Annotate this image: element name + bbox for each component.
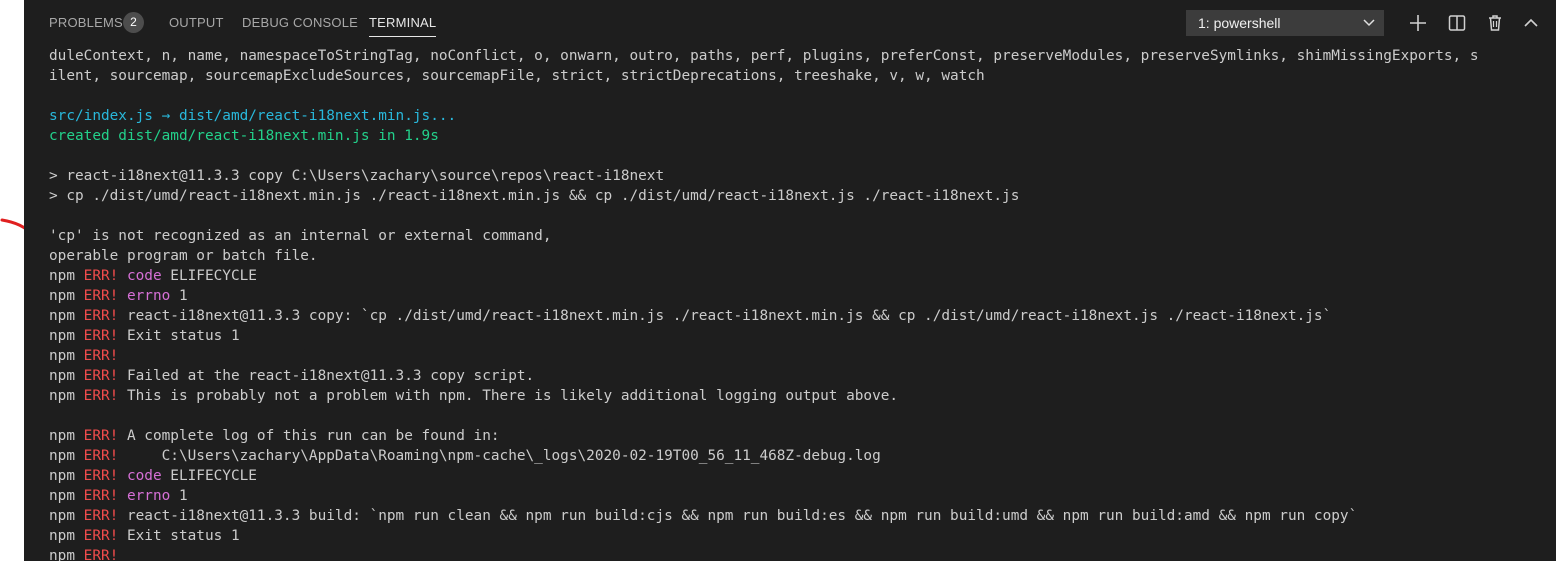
terminal-text-segment: code xyxy=(126,468,162,484)
terminal-line: npm ERR! react-i18next@11.3.3 build: `np… xyxy=(49,506,1549,526)
terminal-line: npm ERR! react-i18next@11.3.3 copy: `cp … xyxy=(49,306,1549,326)
terminal-text-segment: npm xyxy=(49,488,84,504)
terminal-text-segment: npm xyxy=(49,308,84,324)
chevron-down-icon xyxy=(1362,10,1376,36)
terminal-text-segment: ERR! xyxy=(83,488,119,504)
terminal-text-segment: Failed at the react-i18next@11.3.3 copy … xyxy=(118,368,535,384)
terminal-text-segment: ERR! xyxy=(83,348,119,364)
trash-icon[interactable] xyxy=(1485,13,1505,33)
terminal-text-segment: errno xyxy=(126,488,171,504)
split-terminal-icon[interactable] xyxy=(1447,13,1467,33)
terminal-text-segment: 1 xyxy=(170,288,188,304)
problems-count-badge: 2 xyxy=(123,12,144,33)
terminal-text-segment: ERR! xyxy=(83,388,119,404)
terminal-text-segment: npm xyxy=(49,548,84,561)
terminal-panel: PROBLEMS 2 OUTPUT DEBUG CONSOLE TERMINAL… xyxy=(24,0,1556,561)
terminal-line: npm ERR! C:\Users\zachary\AppData\Roamin… xyxy=(49,446,1549,466)
terminal-line: 'cp' is not recognized as an internal or… xyxy=(49,226,1549,246)
terminal-text-segment: npm xyxy=(49,448,84,464)
terminal-text-segment: npm xyxy=(49,388,84,404)
terminal-text-segment: npm xyxy=(49,368,84,384)
terminal-line: > react-i18next@11.3.3 copy C:\Users\zac… xyxy=(49,166,1549,186)
terminal-text-segment: src/index.js → dist/amd/react-i18next.mi… xyxy=(49,108,457,124)
terminal-text-segment: npm xyxy=(49,268,84,284)
terminal-text-segment: ERR! xyxy=(83,368,119,384)
terminal-text-segment: ERR! xyxy=(83,328,119,344)
terminal-line: > cp ./dist/umd/react-i18next.min.js ./r… xyxy=(49,186,1549,206)
terminal-text-segment: ERR! xyxy=(83,528,119,544)
terminal-text-segment: > cp ./dist/umd/react-i18next.min.js ./r… xyxy=(49,188,1020,204)
tab-terminal[interactable]: TERMINAL xyxy=(369,15,437,37)
terminal-line: operable program or batch file. xyxy=(49,246,1549,266)
terminal-text-segment: A complete log of this run can be found … xyxy=(118,428,500,444)
terminal-text-segment: This is probably not a problem with npm.… xyxy=(118,388,899,404)
terminal-text-segment: 'cp' is not recognized as an internal or… xyxy=(49,228,552,244)
terminal-output[interactable]: duleContext, n, name, namespaceToStringT… xyxy=(49,46,1549,561)
terminal-text-segment: ERR! xyxy=(83,448,119,464)
left-gutter xyxy=(0,0,24,561)
terminal-text-segment: code xyxy=(126,268,162,284)
terminal-line: created dist/amd/react-i18next.min.js in… xyxy=(49,126,1549,146)
tab-debug-console[interactable]: DEBUG CONSOLE xyxy=(242,15,358,30)
terminal-line: npm ERR! errno 1 xyxy=(49,486,1549,506)
terminal-text-segment: Exit status 1 xyxy=(118,328,240,344)
tab-output[interactable]: OUTPUT xyxy=(169,15,224,30)
terminal-text-segment: ERR! xyxy=(83,308,119,324)
terminal-text-segment: ELIFECYCLE xyxy=(161,468,257,484)
terminal-text-segment: ERR! xyxy=(83,468,119,484)
terminal-line: src/index.js → dist/amd/react-i18next.mi… xyxy=(49,106,1549,126)
terminal-text-segment: ERR! xyxy=(83,288,119,304)
terminal-line: npm ERR! A complete log of this run can … xyxy=(49,426,1549,446)
terminal-text-segment: ERR! xyxy=(83,508,119,524)
terminal-line: npm ERR! Exit status 1 xyxy=(49,326,1549,346)
terminal-line: duleContext, n, name, namespaceToStringT… xyxy=(49,46,1549,66)
terminal-text-segment: operable program or batch file. xyxy=(49,248,318,264)
terminal-text-segment: ELIFECYCLE xyxy=(161,268,257,284)
terminal-text-segment: ERR! xyxy=(83,268,119,284)
terminal-text-segment: C:\Users\zachary\AppData\Roaming\npm-cac… xyxy=(118,448,881,464)
terminal-line: npm ERR! xyxy=(49,346,1549,366)
terminal-selector[interactable]: 1: powershell xyxy=(1186,10,1384,36)
panel-tab-bar: PROBLEMS 2 OUTPUT DEBUG CONSOLE TERMINAL… xyxy=(24,0,1556,46)
terminal-text-segment: Exit status 1 xyxy=(118,528,240,544)
terminal-text-segment: npm xyxy=(49,508,84,524)
terminal-text-segment: created dist/amd/react-i18next.min.js in… xyxy=(49,128,439,144)
terminal-text-segment: duleContext, n, name, namespaceToStringT… xyxy=(49,48,1479,64)
terminal-text-segment: ERR! xyxy=(83,548,119,561)
terminal-text-segment: ERR! xyxy=(83,428,119,444)
terminal-text-segment: npm xyxy=(49,468,84,484)
terminal-line: npm ERR! Exit status 1 xyxy=(49,526,1549,546)
terminal-text-segment: errno xyxy=(126,288,171,304)
terminal-line: npm ERR! xyxy=(49,546,1549,561)
tab-problems[interactable]: PROBLEMS xyxy=(49,15,123,30)
terminal-line: npm ERR! This is probably not a problem … xyxy=(49,386,1549,406)
terminal-text-segment: react-i18next@11.3.3 copy: `cp ./dist/um… xyxy=(118,308,1332,324)
terminal-line: ilent, sourcemap, sourcemapExcludeSource… xyxy=(49,66,1549,86)
terminal-selector-value: 1: powershell xyxy=(1198,15,1281,31)
terminal-text-segment: npm xyxy=(49,348,84,364)
terminal-text-segment: npm xyxy=(49,528,84,544)
add-terminal-icon[interactable] xyxy=(1408,13,1428,33)
terminal-text-segment: react-i18next@11.3.3 build: `npm run cle… xyxy=(118,508,1358,524)
terminal-text-segment: npm xyxy=(49,288,84,304)
terminal-line: npm ERR! code ELIFECYCLE xyxy=(49,266,1549,286)
terminal-text-segment: 1 xyxy=(170,488,188,504)
terminal-text-segment: ilent, sourcemap, sourcemapExcludeSource… xyxy=(49,68,985,84)
terminal-text-segment: npm xyxy=(49,328,84,344)
maximize-panel-icon[interactable] xyxy=(1521,13,1541,33)
terminal-line: npm ERR! code ELIFECYCLE xyxy=(49,466,1549,486)
terminal-text-segment: > react-i18next@11.3.3 copy C:\Users\zac… xyxy=(49,168,665,184)
terminal-line: npm ERR! errno 1 xyxy=(49,286,1549,306)
terminal-line: npm ERR! Failed at the react-i18next@11.… xyxy=(49,366,1549,386)
terminal-text-segment: npm xyxy=(49,428,84,444)
